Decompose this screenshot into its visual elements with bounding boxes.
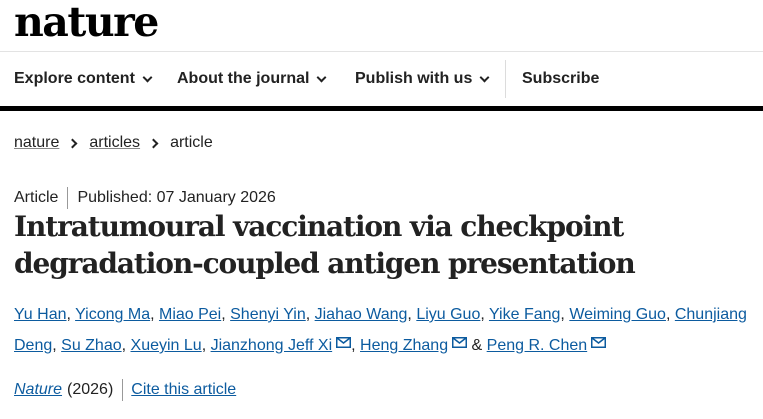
publish-date: Published: 07 January 2026 bbox=[77, 189, 276, 206]
article-type: Article bbox=[14, 189, 59, 206]
author-link[interactable]: Jianzhong Jeff Xi bbox=[211, 337, 333, 354]
cite-this-article-link[interactable]: Cite this article bbox=[131, 381, 236, 399]
author-separator: & bbox=[467, 337, 487, 354]
journal-link[interactable]: Nature bbox=[14, 381, 62, 399]
chevron-right-icon bbox=[148, 138, 159, 148]
author-link[interactable]: Liyu Guo bbox=[416, 306, 480, 323]
nav-explore-content-label: Explore content bbox=[14, 70, 135, 87]
meta-divider bbox=[67, 187, 69, 209]
author-separator: , bbox=[407, 306, 417, 323]
author-separator: , bbox=[560, 306, 570, 323]
author-link[interactable]: Peng R. Chen bbox=[487, 337, 588, 354]
main-nav: Explore content About the journal Publis… bbox=[0, 52, 763, 106]
author-separator: , bbox=[665, 306, 675, 323]
envelope-icon[interactable] bbox=[591, 337, 607, 348]
citation-line: Nature (2026) Cite this article bbox=[14, 378, 236, 402]
chevron-right-icon bbox=[67, 138, 78, 148]
site-header: nature bbox=[0, 0, 763, 52]
author-separator: , bbox=[150, 306, 159, 323]
nav-about-journal-label: About the journal bbox=[177, 70, 310, 87]
author-separator: , bbox=[66, 306, 76, 323]
nav-divider bbox=[505, 60, 506, 98]
citation-divider bbox=[122, 379, 124, 401]
envelope-icon[interactable] bbox=[336, 337, 352, 348]
author-link[interactable]: Yicong Ma bbox=[75, 306, 150, 323]
chevron-down-icon bbox=[316, 72, 327, 82]
nature-logo[interactable]: nature bbox=[14, 0, 159, 48]
author-link[interactable]: Su Zhao bbox=[61, 337, 121, 354]
citation-year: (2026) bbox=[67, 381, 114, 398]
nav-publish-with-us-label: Publish with us bbox=[355, 70, 473, 87]
author-link[interactable]: Xueyin Lu bbox=[131, 337, 202, 354]
breadcrumb-current: article bbox=[170, 134, 213, 151]
envelope-icon[interactable] bbox=[452, 337, 468, 348]
nav-about-journal[interactable]: About the journal bbox=[177, 52, 327, 106]
author-list: Yu Han, Yicong Ma, Miao Pei, Shenyi Yin,… bbox=[14, 299, 759, 361]
chevron-down-icon bbox=[479, 72, 490, 82]
author-separator: , bbox=[221, 306, 231, 323]
author-link[interactable]: Miao Pei bbox=[159, 306, 221, 323]
author-link[interactable]: Jiahao Wang bbox=[315, 306, 408, 323]
author-link[interactable]: Weiming Guo bbox=[569, 306, 666, 323]
author-link[interactable]: Shenyi Yin bbox=[230, 306, 306, 323]
nav-explore-content[interactable]: Explore content bbox=[14, 52, 153, 106]
author-separator: , bbox=[305, 306, 315, 323]
author-link[interactable]: Yike Fang bbox=[489, 306, 560, 323]
chevron-down-icon bbox=[142, 72, 153, 82]
author-separator: , bbox=[351, 337, 361, 354]
author-link[interactable]: Yu Han bbox=[14, 306, 66, 323]
nav-underline-rule bbox=[0, 106, 763, 111]
breadcrumb: nature articles article bbox=[14, 131, 213, 155]
author-separator: , bbox=[480, 306, 489, 323]
breadcrumb-nature[interactable]: nature bbox=[14, 134, 59, 152]
breadcrumb-articles[interactable]: articles bbox=[89, 134, 140, 152]
author-link[interactable]: Heng Zhang bbox=[360, 337, 448, 354]
author-separator: , bbox=[52, 337, 62, 354]
author-separator: , bbox=[121, 337, 131, 354]
article-title: Intratumoural vaccination via checkpoint… bbox=[14, 210, 636, 280]
author-separator: , bbox=[201, 337, 211, 354]
article-meta: Article Published: 07 January 2026 bbox=[14, 187, 276, 209]
nav-publish-with-us[interactable]: Publish with us bbox=[355, 52, 490, 106]
subscribe-link[interactable]: Subscribe bbox=[522, 52, 599, 106]
